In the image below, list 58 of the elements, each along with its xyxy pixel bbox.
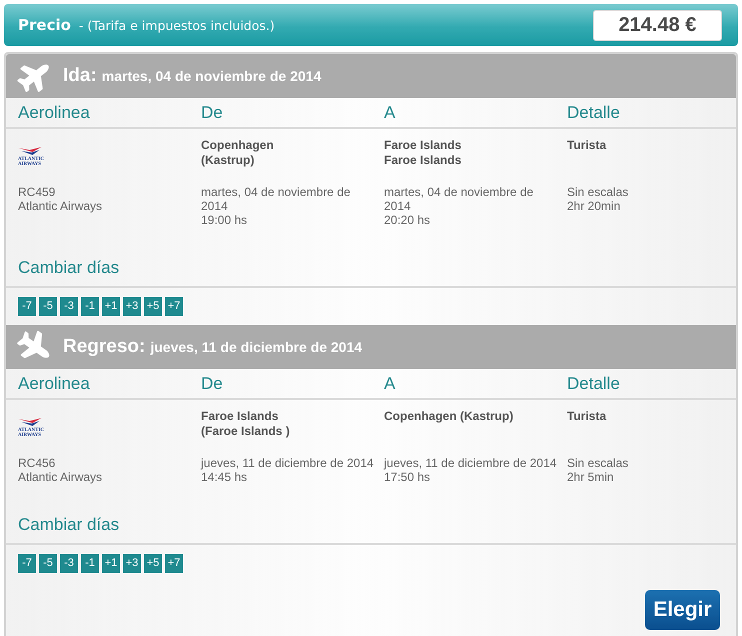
flight-number: RC459 <box>18 185 56 199</box>
arrival-airport: Copenhagen (Kastrup) <box>384 409 514 424</box>
departure-time: 19:00 hs <box>201 213 248 227</box>
total-price: 214.48 € <box>593 10 722 40</box>
departure-time: 14:45 hs <box>201 470 248 484</box>
day-shift-button[interactable]: -3 <box>60 554 78 573</box>
airline-name: Atlantic Airways <box>18 470 102 484</box>
section-label: Regreso: <box>63 334 146 359</box>
day-shift-button[interactable]: +3 <box>123 297 141 316</box>
column-header: De <box>201 374 224 394</box>
section-date: jueves, 11 de diciembre de 2014 <box>150 338 362 357</box>
logo-icon <box>18 147 42 155</box>
airline-name: Atlantic Airways <box>18 199 102 213</box>
day-shift-button[interactable]: -5 <box>39 554 57 573</box>
stops-info: Sin escalas <box>567 456 628 470</box>
departure-airport: Faroe Islands (Faroe Islands ) <box>201 409 290 439</box>
change-days-label: Cambiar días <box>18 258 120 278</box>
price-note: - (Tarifa e impuestos incluidos.) <box>78 16 275 35</box>
column-header: Aerolinea <box>18 374 91 394</box>
day-shift-button[interactable]: +7 <box>165 297 183 316</box>
arrival-time: 20:20 hs <box>384 213 430 227</box>
departure-date: jueves, 11 de diciembre de 2014 <box>201 456 374 470</box>
departure-date: martes, 04 de noviembre de 2014 <box>201 185 350 213</box>
departure-airport: Copenhagen (Kastrup) <box>201 138 274 168</box>
logo-icon <box>18 418 42 426</box>
section-label: Ida: <box>63 64 97 88</box>
flight-duration: 2hr 20min <box>567 199 620 213</box>
column-header: A <box>384 102 396 122</box>
arrival-date: martes, 04 de noviembre de 2014 <box>384 185 534 213</box>
column-header: A <box>384 374 396 394</box>
column-header: Detalle <box>567 374 621 394</box>
section-date: martes, 04 de noviembre de 2014 <box>102 66 322 86</box>
day-shift-button[interactable]: -3 <box>60 297 78 316</box>
column-header: Aerolinea <box>18 102 91 122</box>
column-header: De <box>201 102 224 122</box>
arrival-time: 17:50 hs <box>384 470 430 484</box>
day-shift-button[interactable]: +3 <box>123 554 141 573</box>
day-shift-button[interactable]: -7 <box>18 297 36 316</box>
column-header: Detalle <box>567 102 621 122</box>
flight-number: RC456 <box>18 456 56 470</box>
day-shift-button[interactable]: +5 <box>144 297 162 316</box>
day-shift-button[interactable]: -1 <box>81 554 99 573</box>
day-shift-button[interactable]: -1 <box>81 297 99 316</box>
day-shift-button[interactable]: -7 <box>18 554 36 573</box>
arrival-date: jueves, 11 de diciembre de 2014 <box>384 456 557 470</box>
day-shift-button[interactable]: -5 <box>39 297 57 316</box>
arrival-airport: Faroe Islands Faroe Islands <box>384 138 462 168</box>
price-title: Precio <box>18 14 71 36</box>
day-shift-button[interactable]: +7 <box>165 554 183 573</box>
day-shift-button[interactable]: +5 <box>144 554 162 573</box>
select-button[interactable]: Elegir <box>645 590 720 630</box>
cabin-class: Turista <box>567 409 606 423</box>
day-shift-button[interactable]: +1 <box>102 554 120 573</box>
stops-info: Sin escalas <box>567 185 628 199</box>
day-shift-button[interactable]: +1 <box>102 297 120 316</box>
cabin-class: Turista <box>567 138 606 152</box>
change-days-label: Cambiar días <box>18 515 120 535</box>
flight-duration: 2hr 5min <box>567 470 614 484</box>
